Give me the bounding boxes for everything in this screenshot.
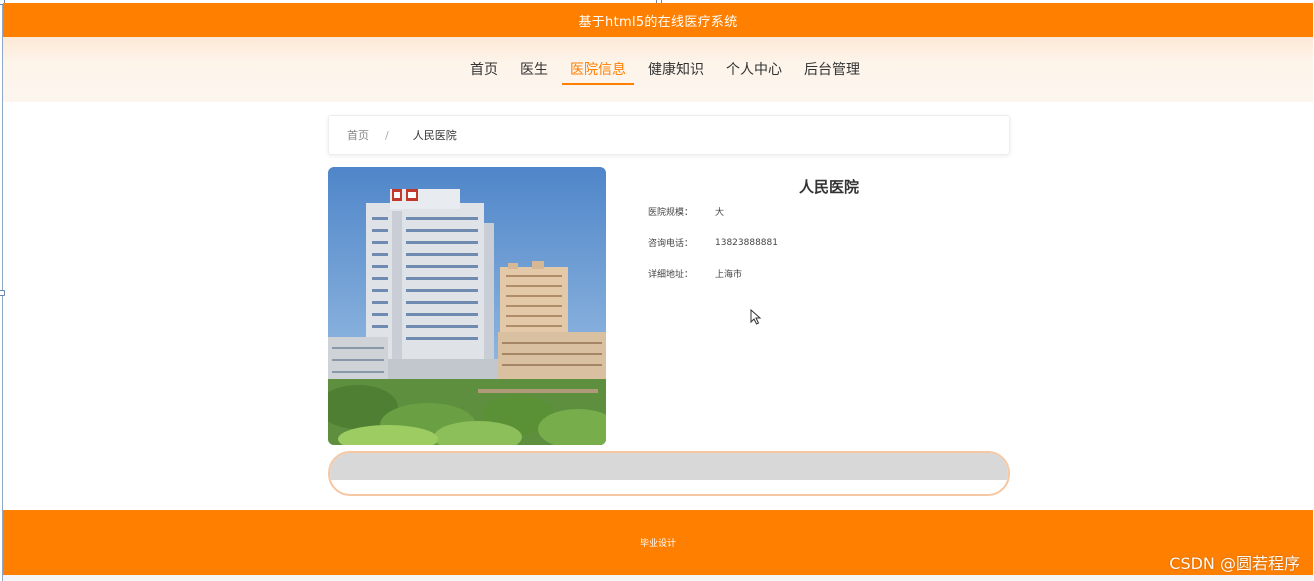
nav-item-admin[interactable]: 后台管理 bbox=[796, 55, 868, 85]
info-row-scale: 医院规模： 大 bbox=[648, 196, 1010, 227]
site-footer: 毕业设计 bbox=[3, 510, 1313, 575]
hospital-photo bbox=[328, 167, 606, 445]
action-panel-header bbox=[330, 453, 1008, 480]
main-content: 首页 / 人民医院 人民医院 医院规模： 大 咨询电话： 13823888881… bbox=[328, 115, 1010, 496]
breadcrumb-home-link[interactable]: 首页 bbox=[347, 127, 369, 143]
info-label: 详细地址： bbox=[648, 270, 694, 280]
nav-item-personal-center[interactable]: 个人中心 bbox=[718, 55, 790, 85]
nav-item-home[interactable]: 首页 bbox=[462, 55, 506, 85]
nav-item-doctors[interactable]: 医生 bbox=[512, 55, 556, 85]
breadcrumb-separator: / bbox=[385, 128, 389, 142]
hospital-info: 人民医院 医院规模： 大 咨询电话： 13823888881 详细地址： 上海市 bbox=[648, 167, 1010, 289]
info-label: 医院规模： bbox=[648, 208, 694, 218]
site-header: 基于html5的在线医疗系统 bbox=[3, 3, 1313, 37]
nav-item-hospital-info[interactable]: 医院信息 bbox=[562, 55, 634, 85]
footer-text: 毕业设计 bbox=[639, 539, 676, 549]
nav-menu: 首页 医生 医院信息 健康知识 个人中心 后台管理 bbox=[459, 55, 871, 85]
hospital-detail: 人民医院 医院规模： 大 咨询电话： 13823888881 详细地址： 上海市 bbox=[328, 167, 1010, 445]
mouse-cursor-icon bbox=[750, 309, 762, 325]
info-value: 13823888881 bbox=[715, 237, 778, 248]
nav-item-health-knowledge[interactable]: 健康知识 bbox=[640, 55, 712, 85]
resize-handle[interactable] bbox=[0, 290, 5, 296]
action-panel[interactable] bbox=[328, 451, 1010, 496]
site-title: 基于html5的在线医疗系统 bbox=[578, 14, 738, 30]
info-row-phone: 咨询电话： 13823888881 bbox=[648, 227, 1010, 258]
info-row-address: 详细地址： 上海市 bbox=[648, 258, 1010, 289]
bottom-strip bbox=[3, 575, 1313, 581]
info-value: 大 bbox=[715, 208, 725, 218]
breadcrumb-current: 人民医院 bbox=[412, 129, 457, 142]
info-value: 上海市 bbox=[715, 270, 743, 280]
info-label: 咨询电话： bbox=[648, 239, 694, 249]
main-nav: 首页 医生 医院信息 健康知识 个人中心 后台管理 bbox=[3, 37, 1313, 102]
watermark: CSDN @圆若程序 bbox=[1169, 554, 1300, 573]
hospital-name: 人民医院 bbox=[798, 178, 859, 196]
breadcrumb: 首页 / 人民医院 bbox=[328, 115, 1010, 155]
